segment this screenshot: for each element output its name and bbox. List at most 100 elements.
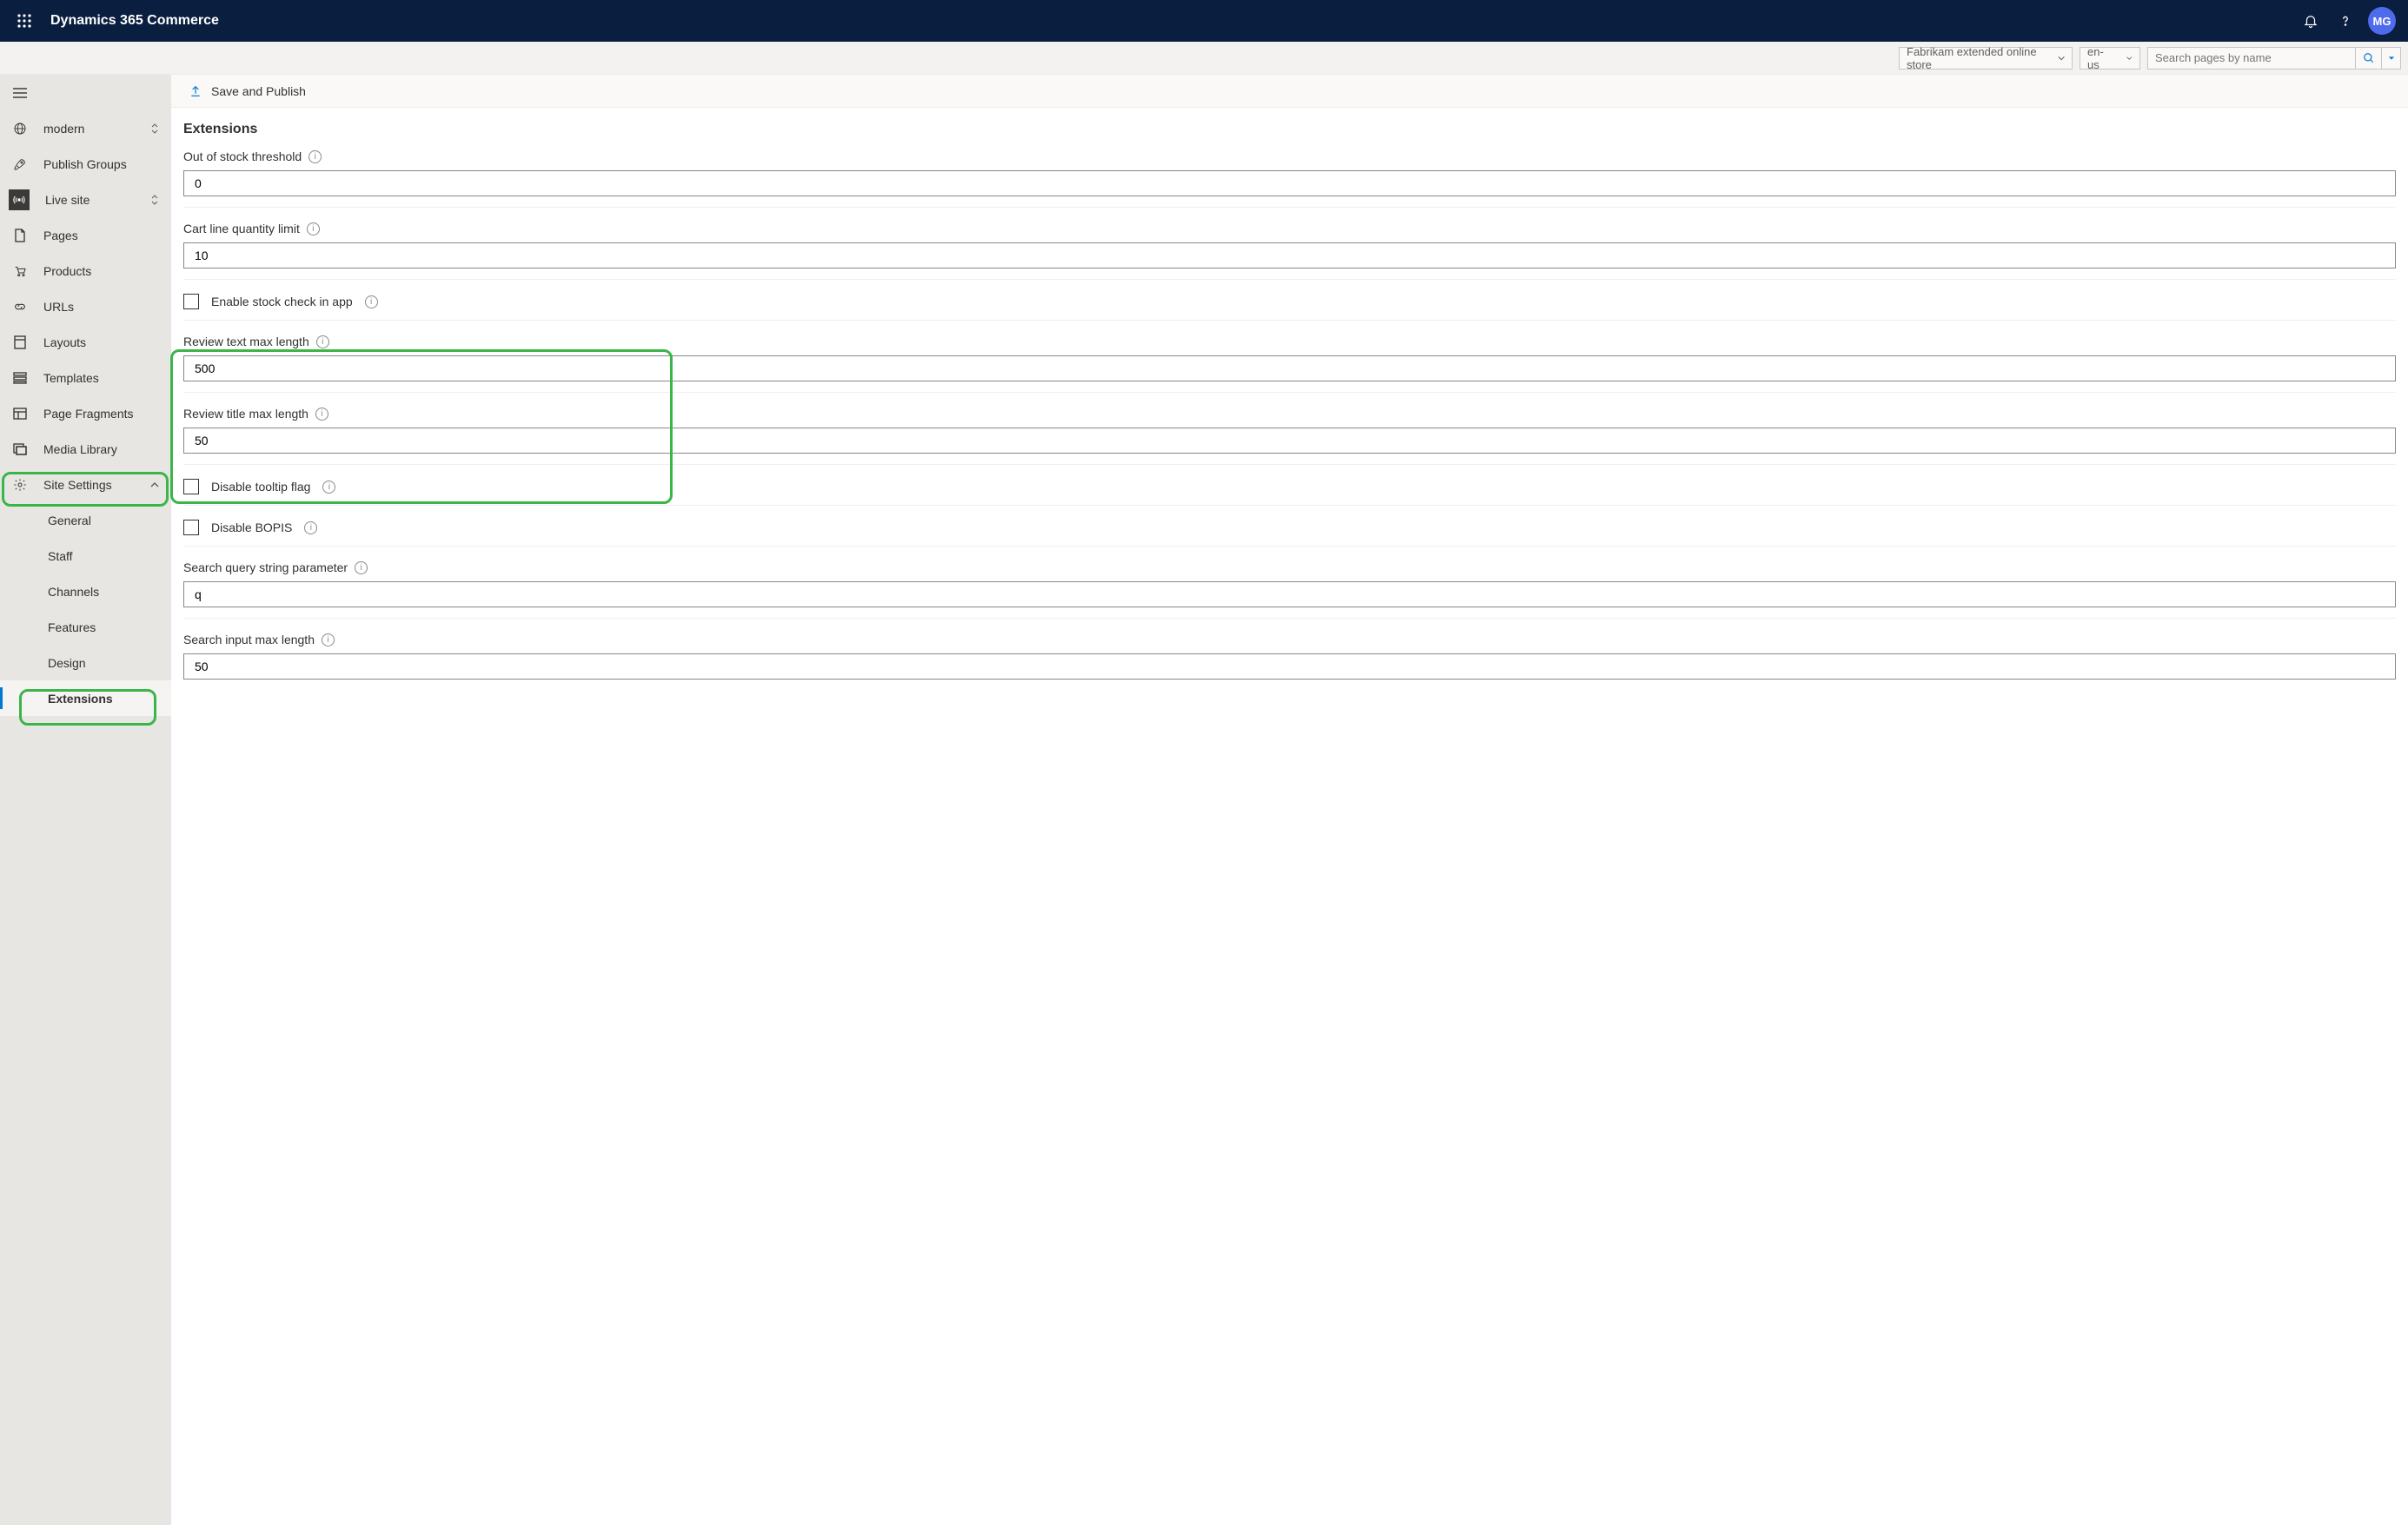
sidebar-item-extensions[interactable]: Extensions [0, 680, 171, 716]
search-dropdown-button[interactable] [2382, 47, 2401, 70]
chevron-down-icon [2126, 54, 2133, 63]
content-scroll[interactable]: Extensions Out of stock threshold i Cart… [171, 108, 2408, 1525]
sidebar-item-design[interactable]: Design [0, 645, 171, 680]
link-icon [12, 300, 28, 314]
chevron-up-icon [150, 481, 159, 489]
rocket-icon [12, 157, 28, 171]
sidebar-item-pages[interactable]: Pages [0, 217, 171, 253]
search-query-input[interactable] [183, 581, 2396, 607]
search-button[interactable] [2356, 47, 2382, 70]
field-label: Cart line quantity limit [183, 222, 300, 235]
info-icon[interactable]: i [355, 561, 368, 574]
info-icon[interactable]: i [304, 521, 317, 534]
field-label: Search query string parameter [183, 560, 348, 574]
field-out-of-stock: Out of stock threshold i [183, 149, 2396, 208]
sidebar-item-label: Media Library [43, 442, 159, 456]
field-disable-bopis: Disable BOPIS i [183, 520, 2396, 547]
sidebar-item-staff[interactable]: Staff [0, 538, 171, 574]
upload-icon [189, 84, 202, 98]
notifications-button[interactable] [2293, 3, 2328, 38]
sidebar-item-publish-groups[interactable]: Publish Groups [0, 146, 171, 182]
sort-icon [150, 123, 159, 134]
info-icon[interactable]: i [322, 481, 335, 494]
template-icon [12, 372, 28, 384]
field-cart-limit: Cart line quantity limit i [183, 222, 2396, 280]
sidebar-item-urls[interactable]: URLs [0, 288, 171, 324]
info-icon[interactable]: i [365, 295, 378, 308]
page-title: Extensions [183, 122, 2396, 137]
field-label: Enable stock check in app [211, 295, 353, 308]
sidebar-item-features[interactable]: Features [0, 609, 171, 645]
disable-bopis-checkbox[interactable] [183, 520, 199, 535]
store-selector[interactable]: Fabrikam extended online store [1899, 47, 2073, 70]
cart-icon [12, 264, 28, 278]
info-icon[interactable]: i [308, 150, 322, 163]
user-avatar[interactable]: MG [2368, 7, 2396, 35]
sidebar-item-label: Extensions [48, 692, 159, 706]
sidebar-item-label: Publish Groups [43, 157, 159, 171]
sidebar-item-label: Templates [43, 371, 159, 385]
sidebar-item-products[interactable]: Products [0, 253, 171, 288]
sidebar-item-site-settings[interactable]: Site Settings [0, 467, 171, 502]
cart-limit-input[interactable] [183, 242, 2396, 269]
enable-stock-check-checkbox[interactable] [183, 294, 199, 309]
info-icon[interactable]: i [316, 335, 329, 348]
layout-icon [12, 335, 28, 349]
sidebar-item-media[interactable]: Media Library [0, 431, 171, 467]
field-label: Review text max length [183, 335, 309, 348]
app-launcher-button[interactable] [9, 5, 40, 36]
sidebar-item-label: Channels [48, 585, 159, 599]
bell-icon [2303, 13, 2318, 29]
sidebar: modern Publish Groups Live site Pa [0, 75, 171, 1525]
field-label: Disable tooltip flag [211, 480, 310, 494]
command-bar: Save and Publish [171, 75, 2408, 108]
sidebar-item-label: Live site [45, 193, 135, 207]
store-selector-value: Fabrikam extended online store [1907, 45, 2037, 71]
search-maxlen-input[interactable] [183, 653, 2396, 680]
sidebar-item-label: URLs [43, 300, 159, 314]
sidebar-item-channels[interactable]: Channels [0, 574, 171, 609]
info-icon[interactable]: i [315, 408, 328, 421]
sidebar-item-layouts[interactable]: Layouts [0, 324, 171, 360]
sidebar-item-label: Design [48, 656, 159, 670]
sidebar-item-fragments[interactable]: Page Fragments [0, 395, 171, 431]
sidebar-item-label: Staff [48, 549, 159, 563]
field-review-title: Review title max length i [183, 407, 2396, 465]
hamburger-icon [12, 87, 28, 99]
field-label: Disable BOPIS [211, 520, 292, 534]
sidebar-item-label: Products [43, 264, 159, 278]
out-of-stock-input[interactable] [183, 170, 2396, 196]
locale-selector[interactable]: en-us [2080, 47, 2140, 70]
gear-icon [12, 478, 28, 492]
context-bar: Fabrikam extended online store en-us [0, 42, 2408, 75]
page-icon [12, 229, 28, 242]
caret-down-icon [2388, 55, 2395, 62]
search-icon [2363, 52, 2375, 64]
locale-selector-value: en-us [2087, 45, 2106, 71]
info-icon[interactable]: i [307, 222, 320, 235]
sidebar-item-templates[interactable]: Templates [0, 360, 171, 395]
product-name: Dynamics 365 Commerce [50, 13, 219, 29]
search-input[interactable] [2147, 47, 2356, 70]
field-label: Search input max length [183, 633, 315, 646]
sidebar-item-modern[interactable]: modern [0, 110, 171, 146]
field-search-maxlen: Search input max length i [183, 633, 2396, 690]
field-review-text: Review text max length i [183, 335, 2396, 393]
help-button[interactable] [2328, 3, 2363, 38]
sidebar-item-label: Page Fragments [43, 407, 159, 421]
media-icon [12, 443, 28, 455]
review-text-input[interactable] [183, 355, 2396, 381]
disable-tooltip-checkbox[interactable] [183, 479, 199, 494]
fragment-icon [12, 408, 28, 420]
sidebar-collapse-button[interactable] [0, 75, 171, 110]
review-title-input[interactable] [183, 428, 2396, 454]
sidebar-item-label: Layouts [43, 335, 159, 349]
sidebar-item-label: modern [43, 122, 135, 136]
info-icon[interactable]: i [322, 633, 335, 646]
field-search-query: Search query string parameter i [183, 560, 2396, 619]
sidebar-item-general[interactable]: General [0, 502, 171, 538]
search-group [2147, 47, 2401, 70]
sidebar-item-label: Features [48, 620, 159, 634]
sidebar-item-live-site[interactable]: Live site [0, 182, 171, 217]
save-publish-button[interactable]: Save and Publish [211, 84, 306, 98]
